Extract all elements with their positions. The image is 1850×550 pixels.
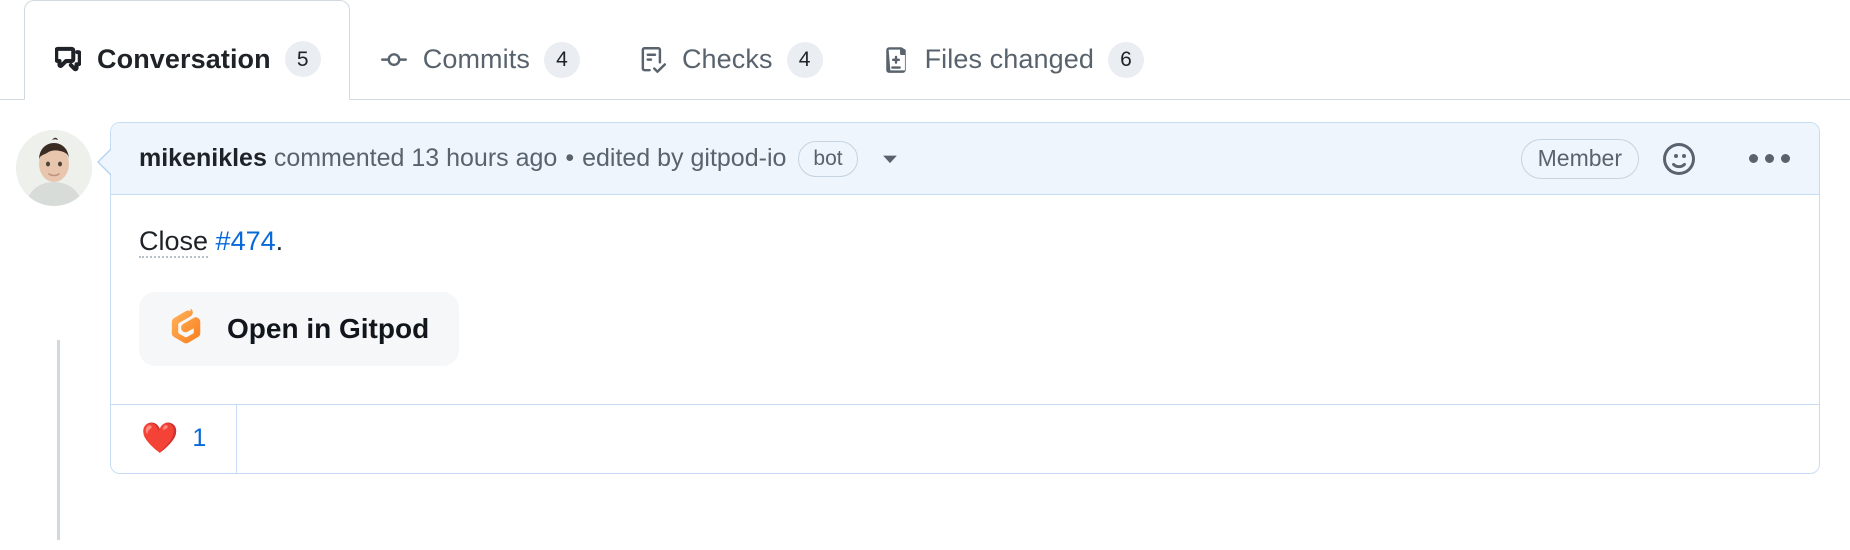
comment-edited-by[interactable]: edited by gitpod-io (582, 144, 786, 173)
git-commit-icon (379, 45, 409, 75)
kebab-dot (1764, 154, 1774, 163)
comment-text: Close #474. (139, 221, 1791, 262)
member-badge: Member (1520, 138, 1639, 179)
timeline-comment: mikenikles commented 13 hours ago • edit… (16, 122, 1820, 474)
tab-label-conversation: Conversation (97, 43, 271, 74)
heart-reaction-count: 1 (192, 424, 207, 452)
chevron-down-icon[interactable] (876, 145, 904, 173)
comment-body: Close #474. Open in Gitpod (111, 195, 1819, 404)
comment-timestamp[interactable]: commented 13 hours ago (274, 144, 558, 173)
kebab-dot (1748, 154, 1758, 163)
pr-tabnav: Conversation 5 Commits 4 Checks 4 Files … (0, 0, 1850, 100)
issue-link[interactable]: #474 (216, 226, 276, 256)
tab-checks[interactable]: Checks 4 (609, 0, 852, 100)
gitpod-logo-icon (163, 306, 209, 352)
open-in-gitpod-button[interactable]: Open in Gitpod (139, 291, 460, 366)
reactions-empty-space (237, 404, 1819, 473)
open-in-gitpod-label: Open in Gitpod (227, 312, 430, 344)
comment-arrow-fill (99, 148, 113, 176)
tab-counter-commits: 4 (543, 41, 580, 78)
avatar[interactable] (16, 130, 92, 206)
tab-counter-checks: 4 (786, 41, 823, 78)
smiley-icon[interactable] (1657, 137, 1701, 181)
comment-header: mikenikles commented 13 hours ago • edit… (111, 123, 1819, 195)
heart-reaction[interactable]: ❤️ 1 (111, 404, 238, 473)
heart-reaction-emoji: ❤️ (141, 421, 179, 455)
tab-label-checks: Checks (681, 44, 773, 74)
pr-timeline: mikenikles commented 13 hours ago • edit… (0, 100, 1850, 540)
tab-counter-files-changed: 6 (1107, 41, 1144, 78)
bot-badge: bot (798, 140, 858, 177)
tab-files-changed[interactable]: Files changed 6 (852, 0, 1173, 100)
comment-wrapper: mikenikles commented 13 hours ago • edit… (97, 122, 1820, 474)
body-suffix: . (275, 226, 284, 256)
kebab-horizontal-icon[interactable] (1741, 137, 1797, 181)
tab-label-commits: Commits (422, 44, 530, 74)
comment-author[interactable]: mikenikles (139, 144, 267, 173)
tab-counter-conversation: 5 (284, 41, 321, 77)
close-keyword: Close (139, 226, 209, 258)
reactions-bar: ❤️ 1 (111, 403, 1819, 473)
kebab-dot (1780, 154, 1790, 163)
meta-separator: • (565, 144, 575, 172)
tabnav-items: Conversation 5 Commits 4 Checks 4 Files … (24, 0, 1850, 100)
tab-commits[interactable]: Commits 4 (350, 0, 609, 100)
tab-label-files-changed: Files changed (924, 44, 1094, 74)
file-diff-icon (881, 45, 911, 75)
checklist-icon (638, 45, 668, 75)
comment-box: mikenikles commented 13 hours ago • edit… (110, 122, 1820, 474)
comment-discussion-icon (53, 44, 83, 74)
tab-conversation[interactable]: Conversation 5 (24, 0, 350, 100)
